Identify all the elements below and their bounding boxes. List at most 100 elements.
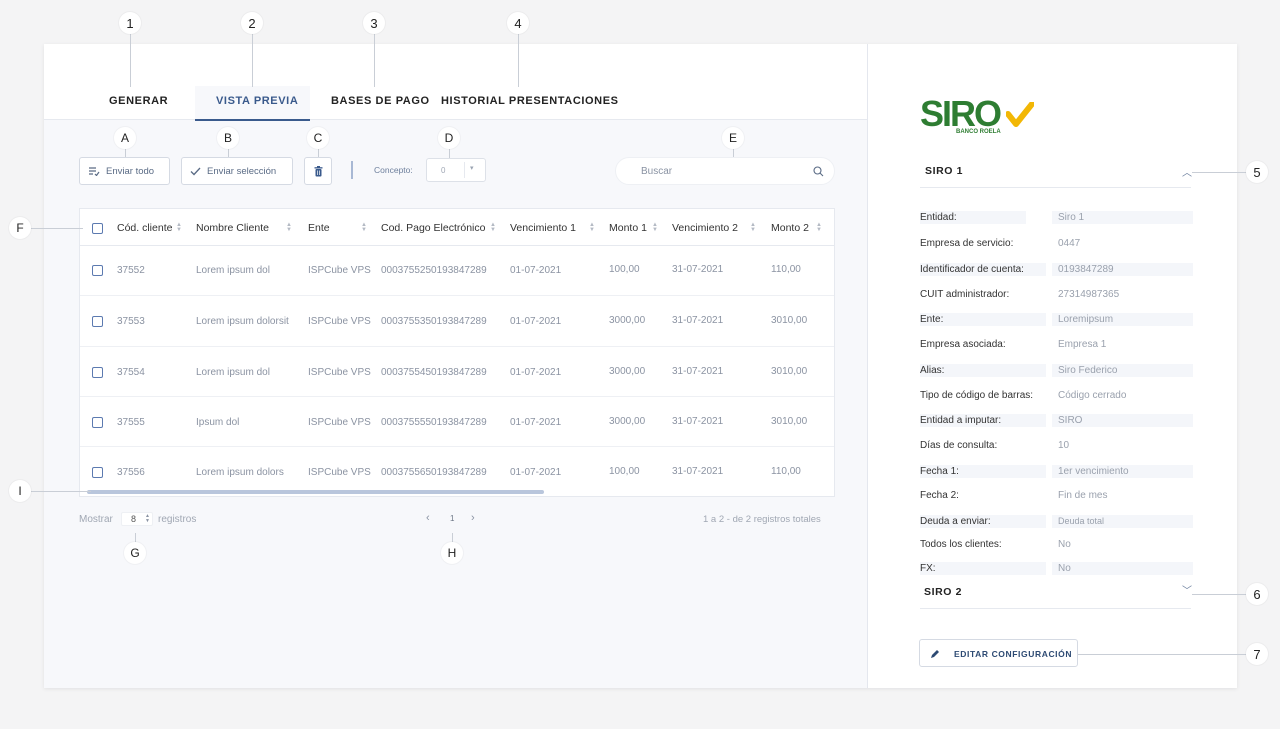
row-checkbox[interactable] bbox=[92, 265, 103, 276]
chevron-up-icon[interactable]: ︿ bbox=[1182, 164, 1192, 179]
cell-ente: ISPCube VPS bbox=[308, 467, 371, 478]
sort-icon[interactable]: ▲ ▼ bbox=[361, 222, 367, 233]
cell-amount-2: 110,00 bbox=[771, 466, 801, 477]
cell-due-date-1: 01-07-2021 bbox=[510, 316, 562, 327]
horizontal-scrollbar[interactable] bbox=[87, 490, 544, 494]
field-value: No bbox=[1058, 563, 1071, 574]
section-divider bbox=[920, 608, 1191, 609]
cell-ente: ISPCube VPS bbox=[308, 417, 371, 428]
tab-bar bbox=[44, 44, 867, 120]
cell-ente: ISPCube VPS bbox=[308, 316, 371, 327]
callout-line bbox=[31, 228, 83, 229]
next-page-icon[interactable]: › bbox=[471, 512, 475, 524]
list-check-icon bbox=[89, 167, 100, 176]
cell-due-date-2: 31-07-2021 bbox=[672, 264, 724, 275]
callout-h: H bbox=[441, 542, 463, 564]
table-row[interactable]: 37554 Lorem ipsum dol ISPCube VPS 000375… bbox=[80, 347, 834, 397]
page-size-stepper[interactable]: 8 ▲ ▼ bbox=[121, 512, 153, 526]
concept-select[interactable]: 0 ▾ bbox=[426, 158, 486, 182]
column-header[interactable]: Monto 2 bbox=[771, 222, 809, 234]
edit-configuration-button[interactable]: EDITAR CONFIGURACIÓN bbox=[919, 639, 1078, 667]
column-header[interactable]: Vencimiento 1 bbox=[510, 222, 576, 234]
cell-due-date-2: 31-07-2021 bbox=[672, 366, 724, 377]
callout-line bbox=[130, 34, 131, 87]
cell-client-code: 37552 bbox=[117, 265, 145, 276]
siro-logo: SIRO BANCO ROELA bbox=[920, 96, 1040, 138]
callout-line bbox=[1192, 594, 1246, 595]
field-value-shade bbox=[1052, 562, 1193, 575]
tab-historial-presentaciones[interactable]: HISTORIAL PRESENTACIONES bbox=[441, 95, 619, 107]
cell-client-code: 37556 bbox=[117, 467, 145, 478]
field-label: Deuda a enviar: bbox=[920, 516, 991, 527]
concept-value: 0 bbox=[441, 166, 446, 175]
tab-vista-previa[interactable]: VISTA PREVIA bbox=[216, 95, 298, 107]
sort-icon[interactable]: ▲ ▼ bbox=[286, 222, 292, 233]
current-page[interactable]: 1 bbox=[450, 514, 454, 523]
tab-generar[interactable]: GENERAR bbox=[109, 95, 168, 107]
search-input[interactable]: Buscar bbox=[615, 157, 835, 185]
send-selection-button[interactable]: Enviar selección bbox=[181, 157, 293, 185]
row-checkbox[interactable] bbox=[92, 417, 103, 428]
column-header[interactable]: Vencimiento 2 bbox=[672, 222, 738, 234]
cell-payment-code: 0003755250193847289 bbox=[381, 265, 487, 276]
callout-5: 5 bbox=[1246, 161, 1268, 183]
column-header[interactable]: Cód. cliente bbox=[117, 222, 172, 234]
field-value: 27314987365 bbox=[1058, 289, 1120, 300]
sort-icon[interactable]: ▲ ▼ bbox=[176, 222, 182, 233]
sort-icon[interactable]: ▲ ▼ bbox=[589, 222, 595, 233]
chevron-down-icon[interactable]: ﹀ bbox=[1182, 582, 1192, 597]
sort-icon[interactable]: ▲ ▼ bbox=[490, 222, 496, 233]
callout-line bbox=[228, 149, 229, 157]
field-label: FX: bbox=[920, 563, 936, 574]
table-row[interactable]: 37553 Lorem ipsum dolorsit ISPCube VPS 0… bbox=[80, 297, 834, 347]
callout-line bbox=[135, 533, 136, 542]
column-header[interactable]: Monto 1 bbox=[609, 222, 647, 234]
row-checkbox[interactable] bbox=[92, 467, 103, 478]
cell-client-name: Lorem ipsum dol bbox=[196, 265, 270, 276]
check-icon bbox=[190, 167, 201, 175]
cell-amount-1: 100,00 bbox=[609, 264, 640, 275]
sort-icon[interactable]: ▲ ▼ bbox=[652, 222, 658, 233]
callout-line bbox=[125, 149, 126, 157]
callout-line bbox=[1192, 172, 1246, 173]
column-header[interactable]: Ente bbox=[308, 222, 330, 234]
cell-payment-code: 0003755650193847289 bbox=[381, 467, 487, 478]
callout-line bbox=[733, 149, 734, 157]
callout-e: E bbox=[722, 127, 744, 149]
field-value: Deuda total bbox=[1058, 516, 1105, 526]
section-siro-1-title[interactable]: SIRO 1 bbox=[925, 165, 963, 177]
send-selection-label: Enviar selección bbox=[207, 165, 277, 177]
table-row[interactable]: 37555 Ipsum dol ISPCube VPS 000375555019… bbox=[80, 397, 834, 447]
stepper-arrows-icon: ▲ ▼ bbox=[145, 513, 150, 524]
cell-client-code: 37555 bbox=[117, 417, 145, 428]
logo-check-icon bbox=[1006, 102, 1034, 127]
field-label: Entidad: bbox=[920, 212, 957, 223]
section-siro-2-title[interactable]: SIRO 2 bbox=[924, 586, 962, 598]
table-row[interactable]: 37552 Lorem ipsum dol ISPCube VPS 000375… bbox=[80, 246, 834, 296]
prev-page-icon[interactable]: ‹ bbox=[426, 512, 430, 524]
column-header[interactable]: Nombre Cliente bbox=[196, 222, 269, 234]
cell-due-date-1: 01-07-2021 bbox=[510, 467, 562, 478]
cell-due-date-2: 31-07-2021 bbox=[672, 416, 724, 427]
row-checkbox[interactable] bbox=[92, 316, 103, 327]
cell-due-date-2: 31-07-2021 bbox=[672, 466, 724, 477]
delete-button[interactable] bbox=[304, 157, 332, 185]
sort-icon[interactable]: ▲ ▼ bbox=[816, 222, 822, 233]
field-label-shade bbox=[920, 562, 1046, 575]
tab-bases-de-pago[interactable]: BASES DE PAGO bbox=[331, 95, 430, 107]
field-value: Loremipsum bbox=[1058, 314, 1114, 325]
callout-4: 4 bbox=[507, 12, 529, 34]
select-all-checkbox[interactable] bbox=[92, 223, 103, 234]
callout-7: 7 bbox=[1246, 643, 1268, 665]
sort-icon[interactable]: ▲ ▼ bbox=[750, 222, 756, 233]
row-checkbox[interactable] bbox=[92, 367, 103, 378]
send-all-button[interactable]: Enviar todo bbox=[79, 157, 170, 185]
trash-icon bbox=[314, 165, 322, 176]
column-header[interactable]: Cod. Pago Electrónico bbox=[381, 222, 485, 234]
cell-amount-2: 3010,00 bbox=[771, 416, 808, 427]
field-label: Fecha 2: bbox=[920, 490, 959, 501]
callout-line bbox=[1078, 654, 1246, 655]
callout-f: F bbox=[9, 217, 31, 239]
field-label: Empresa asociada: bbox=[920, 339, 1006, 350]
callout-b: B bbox=[217, 127, 239, 149]
